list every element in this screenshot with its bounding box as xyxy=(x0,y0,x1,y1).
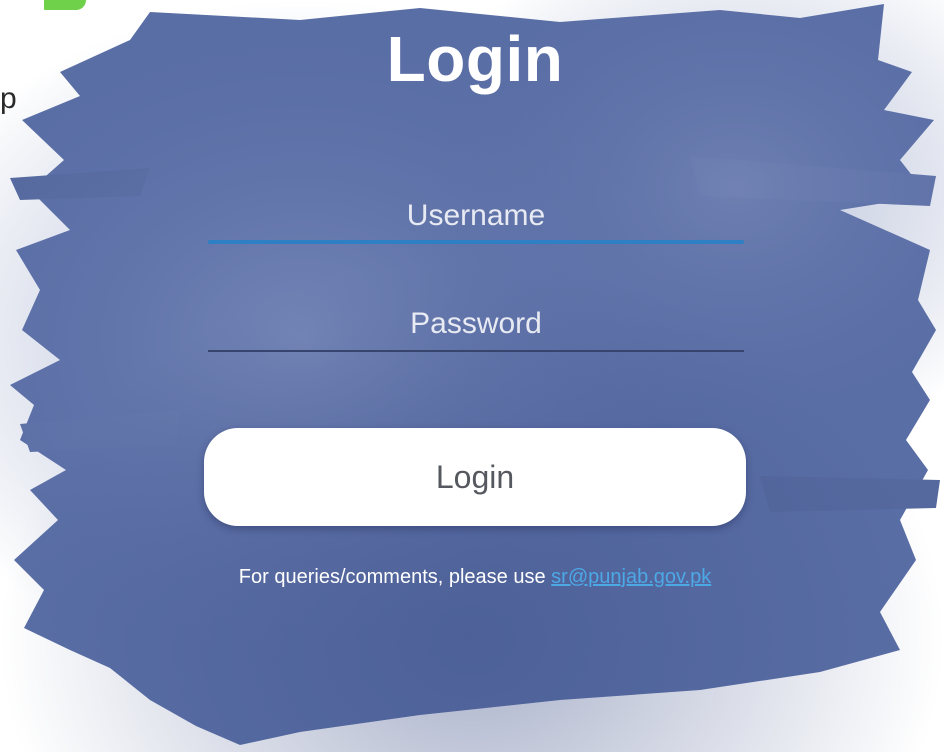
login-button[interactable]: Login xyxy=(204,428,746,526)
green-swoosh-icon xyxy=(44,0,86,10)
password-field xyxy=(208,300,744,354)
footer-text: For queries/comments, please use xyxy=(238,566,552,588)
brush-stroke-background xyxy=(0,0,944,752)
page-title: Login xyxy=(386,23,564,95)
password-input[interactable] xyxy=(208,300,744,348)
username-input[interactable] xyxy=(208,192,744,240)
username-field xyxy=(208,192,744,246)
login-page: p Login Login For queries/comments, plea… xyxy=(0,0,944,752)
partial-letter-glyph: p xyxy=(0,82,17,115)
password-underline xyxy=(208,350,744,352)
contact-email-link[interactable]: sr@punjab.gov.pk xyxy=(551,566,711,588)
footer-note: For queries/comments, please use sr@punj… xyxy=(150,566,800,589)
username-underline xyxy=(208,240,744,244)
